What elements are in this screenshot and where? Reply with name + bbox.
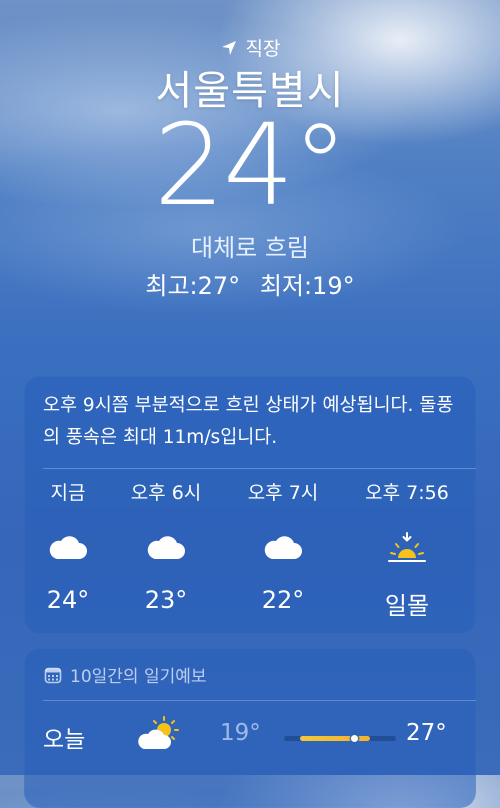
hour-temp: 23° — [144, 586, 188, 614]
low-temp: 19° — [220, 720, 261, 746]
weather-condition: 대체로 흐림 — [190, 234, 310, 262]
cloud-icon — [147, 536, 185, 559]
hour-item[interactable]: 오후 6시 23° — [106, 480, 226, 614]
hour-item[interactable]: 오후 7:56 일몰 — [347, 480, 467, 621]
forecast-summary: 오후 9시쯤 부분적으로 흐린 상태가 예상됩니다. 돌풍의 풍속은 최대 11… — [43, 395, 454, 448]
sunset-icon — [388, 532, 426, 562]
hour-label: 오후 6시 — [130, 482, 202, 504]
divider — [43, 700, 476, 701]
current-temp-marker — [350, 735, 358, 742]
daily-forecast-card[interactable]: 10일간의 일기예보 오늘 19° 27° — [24, 648, 476, 808]
hour-label: 오후 7시 — [247, 482, 319, 504]
hourly-list[interactable]: 지금 24° 오후 6시 23° 오후 7시 22° 오후 7:56 일몰 — [24, 480, 476, 620]
hour-label: 오후 7:56 — [365, 482, 449, 504]
hour-item[interactable]: 오후 7시 22° — [223, 480, 343, 614]
daily-forecast-header: 10일간의 일기예보 — [44, 662, 207, 687]
high-temp: 27° — [406, 720, 447, 746]
cloud-icon — [49, 536, 87, 559]
location-arrow-icon — [221, 40, 236, 55]
hour-temp: 22° — [261, 586, 305, 614]
low-temp: 최저:19° — [259, 272, 355, 300]
day-label: 오늘 — [43, 727, 86, 753]
daily-forecast-title: 10일간의 일기예보 — [70, 667, 207, 687]
calendar-icon — [44, 667, 62, 683]
sunset-label: 일몰 — [384, 592, 430, 620]
divider — [43, 468, 476, 469]
temp-range-bar — [284, 735, 396, 742]
cloud-icon — [264, 536, 302, 559]
temp-range-fill — [300, 736, 370, 741]
location-label: 직장 — [245, 38, 281, 60]
daily-row-today[interactable]: 오늘 19° 27° — [24, 710, 476, 760]
high-low-temps: 최고:27° 최저:19° — [0, 266, 500, 301]
current-temperature: 24° — [153, 101, 349, 231]
hourly-forecast-card[interactable]: 오후 9시쯤 부분적으로 흐린 상태가 예상됩니다. 돌풍의 풍속은 최대 11… — [24, 376, 476, 634]
partly-cloudy-icon — [138, 716, 179, 749]
location-row: 직장 — [0, 34, 500, 61]
high-temp: 최고:27° — [145, 272, 241, 300]
